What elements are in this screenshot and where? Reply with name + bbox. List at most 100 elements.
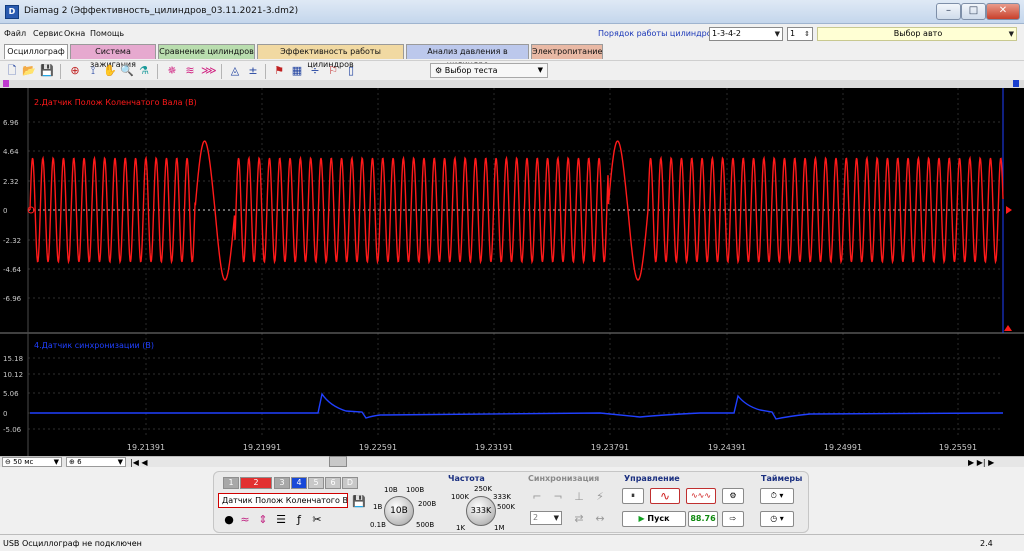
channel-1-button[interactable]: 1 xyxy=(223,477,239,489)
open-folder-icon[interactable]: 📂 xyxy=(22,64,36,78)
sync-lock-icon[interactable]: ↔ xyxy=(593,512,607,526)
zoom-icon[interactable]: 🔍 xyxy=(120,64,134,78)
flag-icon[interactable]: ⚐ xyxy=(326,64,340,78)
timer1-button[interactable]: ⏱ ▾ xyxy=(760,488,794,504)
stopwatch-icon: ⏱ ▾ xyxy=(770,491,784,500)
y-tick-label: -6.96 xyxy=(3,295,22,303)
voltage-knob-value: 10В xyxy=(390,506,408,516)
cylinder-order-combo[interactable]: 1-3-4-2 ▼ xyxy=(709,27,783,41)
status-text: USB Осциллограф не подключен xyxy=(3,539,142,548)
sync-channel-combo[interactable]: 2 ▼ xyxy=(530,511,562,525)
channel-scale-combo[interactable]: ⊕ 6 ▼ xyxy=(66,457,126,467)
filter-icon[interactable]: ⚗ xyxy=(137,64,151,78)
measure-icon[interactable]: ◬ xyxy=(228,64,242,78)
sync-pulse-icon[interactable]: ⊥ xyxy=(572,490,586,504)
auto-settings-button[interactable]: ⚙ xyxy=(722,488,744,504)
range-icon[interactable]: ⇕ xyxy=(256,513,270,527)
lines-icon[interactable]: ☰ xyxy=(274,513,288,527)
start-label: Пуск xyxy=(647,514,670,523)
burst-icon[interactable]: ✵ xyxy=(165,64,179,78)
time-scale-combo[interactable]: ⊖ 50 мс ▼ xyxy=(2,457,62,467)
chevron-down-icon: ▼ xyxy=(537,66,543,74)
waves-icon[interactable]: ≋ xyxy=(183,64,197,78)
hand-pan-icon[interactable]: ✋ xyxy=(103,64,117,78)
sync-rise-icon[interactable]: ⌐ xyxy=(530,490,544,504)
toolbar-divider xyxy=(157,64,158,79)
multi-wave-icon: ∿∿∿ xyxy=(690,491,712,500)
invert-icon[interactable]: ● xyxy=(222,513,236,527)
y-tick-label: 2.32 xyxy=(3,178,19,186)
time-scroll-thumb[interactable] xyxy=(329,456,347,467)
auto-select-combo[interactable]: Выбор авто ▼ xyxy=(817,27,1017,41)
split-icon[interactable]: ÷ xyxy=(308,64,322,78)
cursor-mode-icon[interactable]: ⊕ xyxy=(68,64,82,78)
tab-power-supply[interactable]: Электропитание xyxy=(531,44,603,59)
oscilloscope-canvas[interactable]: 2.Датчик Полож Коленчатого Вала (В) 4.Да… xyxy=(0,80,1024,456)
frequency-label-1m: 1M xyxy=(494,524,505,532)
save-icon[interactable]: 💾 xyxy=(40,64,54,78)
smooth-icon[interactable]: ≈ xyxy=(238,513,252,527)
x-tick-label: 19.21391 xyxy=(127,443,165,452)
frequency-knob-value: 333K xyxy=(470,506,492,515)
right-marker-handle[interactable] xyxy=(1013,80,1019,87)
chevron-down-icon: ▼ xyxy=(53,458,59,466)
page-icon[interactable]: ▯ xyxy=(344,64,358,78)
frequency-label-333k: 333K xyxy=(493,493,511,501)
channel-5-button[interactable]: 5 xyxy=(308,477,324,489)
sine-mode-button[interactable]: ∿ xyxy=(650,488,680,504)
pen-icon[interactable]: ⟟ xyxy=(86,64,100,78)
tab-cylinder-efficiency[interactable]: Эффективность работы цилиндров xyxy=(257,44,404,69)
cylinder-number-spinner[interactable]: 1 ⇕ xyxy=(787,27,813,41)
frequency-label-250k: 250K xyxy=(474,485,492,493)
auto-run-button[interactable]: ⇨ xyxy=(722,511,744,527)
pause-button[interactable]: ⏸ xyxy=(622,488,644,504)
voltage-label-500: 500В xyxy=(416,521,435,529)
multi-wave-button[interactable]: ∿∿∿ xyxy=(686,488,716,504)
nav-left-buttons[interactable]: |◀ ◀ xyxy=(130,458,148,467)
close-button[interactable]: ✕ xyxy=(986,3,1020,20)
channel-6-button[interactable]: 6 xyxy=(325,477,341,489)
menu-help[interactable]: Помощь xyxy=(90,29,124,38)
spin-icon: ⇕ xyxy=(804,30,810,38)
channel-4-button[interactable]: 4 xyxy=(291,477,307,489)
table-icon[interactable]: ▦ xyxy=(290,64,304,78)
tab-oscilloscope[interactable]: Осциллограф xyxy=(4,44,68,59)
x-tick-label: 19.24391 xyxy=(708,443,746,452)
menu-service[interactable]: Сервис xyxy=(33,29,63,38)
tab-cylinder-comparison[interactable]: Сравнение цилиндров xyxy=(158,44,255,59)
frequency-title: Частота xyxy=(448,474,485,483)
new-file-icon[interactable]: 🗋 xyxy=(5,64,19,78)
left-marker-handle[interactable] xyxy=(3,80,9,87)
y-tick-label: 5.06 xyxy=(3,390,19,398)
menu-windows[interactable]: Окна xyxy=(64,29,85,38)
tab-bar: Осциллограф Система зажигания Сравнение … xyxy=(0,43,1024,69)
start-button[interactable]: ▶ Пуск xyxy=(622,511,686,527)
voltage-knob[interactable]: 10В xyxy=(384,496,414,526)
sync-channel-value: 2 xyxy=(533,513,539,522)
menu-file[interactable]: Файл xyxy=(4,29,26,38)
channel-3-button[interactable]: 3 xyxy=(274,477,290,489)
test-select-label: Выбор теста xyxy=(444,66,498,75)
frequency-knob[interactable]: 333K xyxy=(466,496,496,526)
spectrum-icon[interactable]: ⋙ xyxy=(201,64,217,78)
tools-icon[interactable]: ✂ xyxy=(310,513,324,527)
zero-icon[interactable]: ± xyxy=(246,64,260,78)
formula-icon[interactable]: ƒ xyxy=(292,513,306,527)
sync-level-icon[interactable]: ⇄ xyxy=(572,512,586,526)
timer2-button[interactable]: ◷ ▾ xyxy=(760,511,794,527)
sync-fall-icon[interactable]: ¬ xyxy=(551,490,565,504)
frequency-label-500k: 500K xyxy=(497,503,515,511)
tab-pressure-analysis[interactable]: Анализ давления в цилиндре xyxy=(406,44,529,69)
channel-d-button[interactable]: D xyxy=(342,477,358,489)
maximize-button[interactable]: □ xyxy=(961,3,986,20)
sync-auto-icon[interactable]: ⚡ xyxy=(593,490,607,504)
nav-right-buttons[interactable]: ▶ ▶| ▶ xyxy=(968,458,994,467)
pause-icon: ⏸ xyxy=(631,491,635,500)
test-select-dropdown[interactable]: ⚙ Выбор теста ▼ xyxy=(430,63,548,78)
sensor-name-field[interactable]: Датчик Полож Коленчатого Ва... xyxy=(218,493,348,508)
channel-2-button[interactable]: 2 xyxy=(240,477,272,489)
tab-ignition[interactable]: Система зажигания xyxy=(70,44,156,69)
markers-icon[interactable]: ⚑ xyxy=(272,64,286,78)
sensor-save-icon[interactable]: 💾 xyxy=(352,495,366,509)
minimize-button[interactable]: – xyxy=(936,3,961,20)
